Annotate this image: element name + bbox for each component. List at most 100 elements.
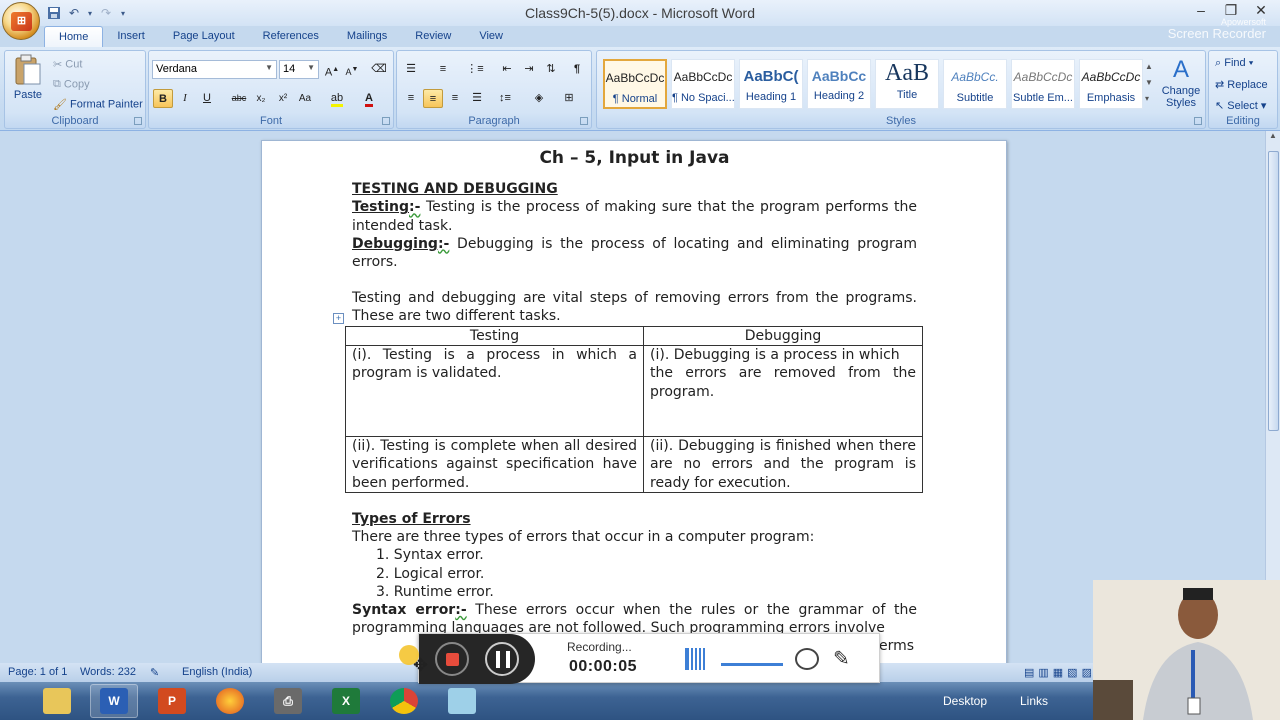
tab-review[interactable]: Review bbox=[401, 26, 465, 48]
sort-button[interactable]: ⇅ bbox=[541, 60, 561, 79]
numbering-button[interactable]: ≡ bbox=[433, 60, 453, 79]
firefox-taskbar-button[interactable] bbox=[206, 684, 254, 718]
paragraph-launcher-icon[interactable] bbox=[580, 117, 588, 125]
multilevel-list-button[interactable]: ⋮≡ bbox=[465, 60, 485, 79]
copy-icon: ⧉ bbox=[53, 78, 61, 90]
justify-icon: ☰ bbox=[472, 92, 482, 104]
audio-levels-icon[interactable] bbox=[685, 648, 705, 670]
style-no-spacing[interactable]: AaBbCcDc ¶ No Spaci... bbox=[671, 59, 735, 109]
clipboard-launcher-icon[interactable] bbox=[134, 117, 142, 125]
tab-mailings[interactable]: Mailings bbox=[333, 26, 401, 48]
select-button[interactable]: ↖ Select ▾ bbox=[1215, 99, 1266, 112]
change-styles-button[interactable]: A Change Styles bbox=[1159, 55, 1203, 109]
change-case-button[interactable]: Aa bbox=[295, 89, 315, 108]
table-cell[interactable]: (ii). Testing is complete when all desir… bbox=[345, 436, 644, 493]
decrease-indent-button[interactable]: ⇤ bbox=[497, 60, 517, 79]
paste-button[interactable]: Paste bbox=[11, 54, 45, 101]
tab-home[interactable]: Home bbox=[44, 26, 104, 48]
links-toolbar[interactable]: Links bbox=[1020, 694, 1048, 708]
line-spacing-button[interactable]: ↕≡ bbox=[495, 89, 515, 108]
tab-view[interactable]: View bbox=[465, 26, 517, 48]
comparison-table[interactable]: Testing Debugging (i). Testing is a proc… bbox=[345, 325, 923, 493]
styles-scroll[interactable]: ▲ ▼ ▾ bbox=[1145, 59, 1155, 107]
clear-formatting-button[interactable]: ⌫ bbox=[369, 60, 389, 79]
align-left-button[interactable]: ≡ bbox=[401, 89, 421, 108]
testing-definition: Testing:- Testing is the process of maki… bbox=[352, 198, 917, 234]
style-normal[interactable]: AaBbCcDc ¶ Normal bbox=[603, 59, 667, 109]
tab-page-layout[interactable]: Page Layout bbox=[159, 26, 249, 48]
presenter-image bbox=[1093, 580, 1280, 720]
page-count[interactable]: Page: 1 of 1 bbox=[8, 666, 67, 678]
table-cell[interactable]: (i). Debugging is a process in which the … bbox=[643, 345, 923, 438]
scroll-thumb[interactable] bbox=[1268, 151, 1279, 431]
grow-font-button[interactable]: A▲ bbox=[322, 60, 342, 79]
brush-icon: 🖌 bbox=[53, 99, 67, 111]
scissors-icon: ✂ bbox=[53, 59, 63, 71]
pencil-icon[interactable]: ✎ bbox=[833, 646, 850, 671]
borders-button[interactable]: ⊞ bbox=[559, 89, 579, 108]
volume-slider[interactable] bbox=[721, 663, 783, 666]
style-heading-2[interactable]: AaBbCc Heading 2 bbox=[807, 59, 871, 109]
excel-taskbar-button[interactable]: X bbox=[322, 684, 370, 718]
proofing-icon[interactable]: ✎ bbox=[150, 666, 159, 679]
font-color-button[interactable]: A bbox=[359, 89, 379, 108]
chrome-taskbar-button[interactable] bbox=[380, 684, 428, 718]
show-marks-button[interactable]: ¶ bbox=[567, 60, 587, 79]
underline-button[interactable]: U bbox=[197, 89, 217, 108]
document-body[interactable]: Ch – 5, Input in Java TESTING AND DEBUGG… bbox=[352, 149, 917, 326]
webcam-toggle-icon[interactable] bbox=[795, 648, 819, 670]
increase-indent-button[interactable]: ⇥ bbox=[519, 60, 539, 79]
list-item: 3. Runtime error. bbox=[376, 583, 494, 600]
cut-button[interactable]: ✂ Cut bbox=[53, 58, 82, 71]
subscript-button[interactable]: x₂ bbox=[251, 89, 271, 108]
justify-button[interactable]: ☰ bbox=[467, 89, 487, 108]
word-taskbar-button[interactable]: W bbox=[90, 684, 138, 718]
font-color-icon: A bbox=[365, 92, 373, 107]
shrink-font-button[interactable]: A▼ bbox=[342, 60, 362, 79]
style-subtle-emphasis[interactable]: AaBbCcDc Subtle Em... bbox=[1011, 59, 1075, 109]
align-right-button[interactable]: ≡ bbox=[445, 89, 465, 108]
document-page[interactable]: Ch – 5, Input in Java TESTING AND DEBUGG… bbox=[261, 140, 1007, 680]
style-title[interactable]: AaB Title bbox=[875, 59, 939, 109]
app-taskbar-button[interactable] bbox=[438, 684, 486, 718]
replace-button[interactable]: ⇄ Replace bbox=[1215, 78, 1268, 91]
printer-taskbar-button[interactable]: ⎙ bbox=[264, 684, 312, 718]
desktop-toolbar[interactable]: Desktop bbox=[943, 694, 987, 708]
highlight-button[interactable]: ab bbox=[327, 89, 347, 108]
bullets-button[interactable]: ☰ bbox=[401, 60, 421, 79]
document-body-2[interactable]: Types of Errors There are three types of… bbox=[352, 510, 917, 637]
format-painter-button[interactable]: 🖌 Format Painter bbox=[53, 98, 143, 111]
highlighter-icon: ab bbox=[330, 92, 344, 107]
table-cell[interactable]: (ii). Debugging is finished when there a… bbox=[643, 436, 923, 493]
copy-button[interactable]: ⧉ Copy bbox=[53, 78, 90, 91]
style-subtitle[interactable]: AaBbCc. Subtitle bbox=[943, 59, 1007, 109]
view-buttons[interactable]: ▤▥▦▧▨ bbox=[1024, 666, 1096, 679]
tab-references[interactable]: References bbox=[249, 26, 333, 48]
style-heading-1[interactable]: AaBbC(Heading 1 bbox=[739, 59, 803, 109]
tab-insert[interactable]: Insert bbox=[103, 26, 159, 48]
style-emphasis[interactable]: AaBbCcDc Emphasis bbox=[1079, 59, 1143, 109]
italic-button[interactable]: I bbox=[175, 89, 195, 108]
powerpoint-taskbar-button[interactable]: P bbox=[148, 684, 196, 718]
scroll-up-icon[interactable]: ▲ bbox=[1266, 131, 1280, 140]
language[interactable]: English (India) bbox=[182, 666, 252, 678]
style-sample: AaBbCcDc bbox=[1081, 70, 1141, 84]
strikethrough-button[interactable]: abc bbox=[229, 89, 249, 108]
word-count[interactable]: Words: 232 bbox=[80, 666, 136, 678]
office-button[interactable]: ⊞ bbox=[2, 2, 40, 40]
shading-button[interactable]: ◈ bbox=[529, 89, 549, 108]
stop-button[interactable] bbox=[435, 642, 469, 676]
table-move-handle-icon[interactable]: + bbox=[333, 313, 344, 324]
font-size-dropdown[interactable]: 14 ▼ bbox=[279, 60, 319, 79]
find-button[interactable]: ⌕ Find ▾ bbox=[1215, 57, 1253, 70]
pause-button[interactable] bbox=[485, 642, 519, 676]
superscript-button[interactable]: x² bbox=[273, 89, 293, 108]
bold-button[interactable]: B bbox=[153, 89, 173, 108]
align-center-button[interactable]: ≡ bbox=[423, 89, 443, 108]
editing-group: ⌕ Find ▾ ⇄ Replace ↖ Select ▾ Editing bbox=[1208, 50, 1278, 129]
explorer-taskbar-button[interactable] bbox=[33, 684, 81, 718]
font-launcher-icon[interactable] bbox=[382, 117, 390, 125]
font-name-dropdown[interactable]: Verdana ▼ bbox=[152, 60, 277, 79]
table-cell[interactable]: (i). Testing is a process in which a pro… bbox=[345, 345, 644, 438]
styles-launcher-icon[interactable] bbox=[1194, 117, 1202, 125]
